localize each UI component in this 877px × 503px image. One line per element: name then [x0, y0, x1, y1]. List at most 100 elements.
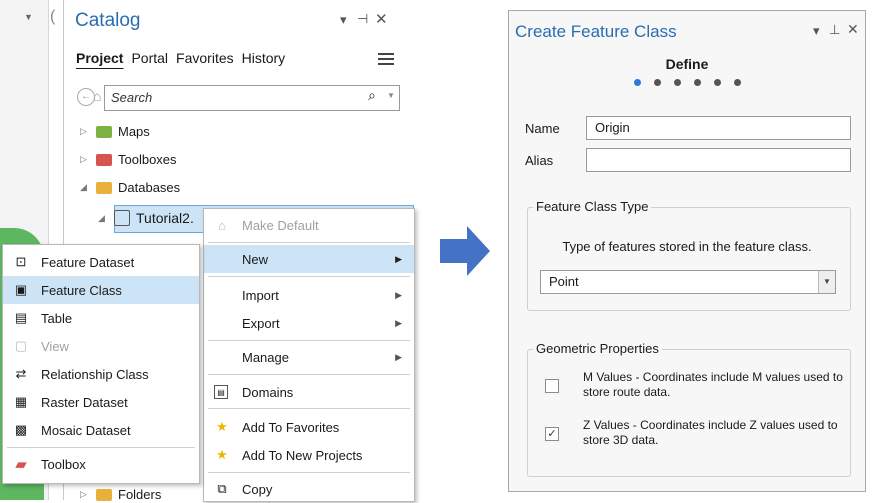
group-title: Feature Class Type: [533, 199, 652, 214]
menu-item-feature-dataset[interactable]: ⊡ Feature Dataset: [3, 248, 199, 276]
menu-item-raster-dataset[interactable]: ▦ Raster Dataset: [3, 388, 199, 416]
name-field[interactable]: Origin: [586, 116, 851, 140]
feature-class-icon: ▣: [14, 282, 28, 297]
close-icon[interactable]: ✕: [847, 21, 859, 38]
menu-item-make-default[interactable]: ⌂ Make Default: [204, 211, 414, 239]
tree-item-label: Toolboxes: [118, 152, 177, 167]
menu-item-view[interactable]: ▢ View: [3, 332, 199, 360]
toolbox-icon: ▰: [15, 456, 27, 473]
menu-separator: [208, 374, 410, 375]
menu-item-manage[interactable]: Manage ▶: [204, 343, 414, 371]
right-arrow-icon: [440, 226, 490, 276]
tree-item-toolboxes[interactable]: ▷ Toolboxes: [80, 152, 177, 167]
menu-label: Raster Dataset: [41, 394, 128, 410]
geometric-properties-group: [527, 349, 851, 477]
menu-separator: [208, 276, 410, 277]
menu-item-relationship-class[interactable]: ⇄ Relationship Class: [3, 360, 199, 388]
menu-label: Add To Favorites: [242, 419, 340, 435]
close-icon[interactable]: ✕: [375, 10, 388, 28]
tab-portal[interactable]: Portal: [131, 50, 168, 66]
star-icon: ★: [216, 419, 228, 434]
star-icon: ★: [216, 447, 228, 462]
menu-item-toolbox[interactable]: ▰ Toolbox: [3, 450, 199, 478]
menu-label: Toolbox: [41, 456, 86, 472]
context-menu: ⌂ Make Default New ▶ Import ▶ Export ▶ M…: [203, 208, 415, 502]
collapse-icon[interactable]: (: [50, 8, 55, 26]
menu-label: New: [242, 251, 269, 267]
step-dot[interactable]: [713, 79, 721, 86]
menu-item-add-to-favorites[interactable]: ★ Add To Favorites: [204, 413, 414, 441]
folders-icon: [96, 488, 112, 501]
pin-icon[interactable]: ⊣: [357, 11, 368, 27]
pane-title: Create Feature Class: [515, 22, 677, 41]
menu-item-domains[interactable]: ▤ Domains: [204, 378, 414, 406]
menu-label: Make Default: [242, 217, 319, 233]
home-icon[interactable]: ⌂: [93, 88, 101, 104]
maps-folder-icon: [96, 125, 112, 138]
menu-label: Copy: [242, 481, 273, 497]
chevron-down-icon[interactable]: ▼: [387, 91, 395, 100]
tab-project[interactable]: Project: [76, 50, 123, 66]
menu-label: Mosaic Dataset: [41, 422, 131, 438]
tree-item-maps[interactable]: ▷ Maps: [80, 124, 150, 139]
z-values-checkbox[interactable]: ✓: [545, 427, 559, 441]
geodatabase-icon: [114, 210, 130, 226]
menu-label: Feature Class: [41, 282, 122, 298]
catalog-tabs: Project Portal Favorites History: [76, 50, 285, 66]
menu-label: Feature Dataset: [41, 254, 135, 270]
relationship-class-icon: ⇄: [15, 366, 27, 381]
feature-class-type-group: [527, 207, 851, 311]
feature-type-select[interactable]: Point ▼: [540, 270, 836, 294]
search-input[interactable]: Search ⌕ ▼: [104, 85, 400, 111]
copy-icon: ⧉: [217, 481, 227, 496]
menu-item-mosaic-dataset[interactable]: ▩ Mosaic Dataset: [3, 416, 199, 444]
menu-separator: [208, 472, 410, 473]
expand-icon[interactable]: ▷: [80, 154, 90, 165]
search-placeholder: Search: [111, 90, 153, 105]
expand-icon[interactable]: ▷: [80, 489, 90, 500]
collapse-arrow-icon[interactable]: ◢: [98, 213, 108, 224]
tree-item-label: Databases: [118, 180, 181, 195]
menu-label: Manage: [242, 349, 289, 365]
pin-icon[interactable]: ⊥: [829, 22, 840, 38]
menu-item-add-to-new-projects[interactable]: ★ Add To New Projects: [204, 441, 414, 469]
menu-item-table[interactable]: ▤ Table: [3, 304, 199, 332]
tab-favorites[interactable]: Favorites: [176, 50, 234, 66]
menu-item-export[interactable]: Export ▶: [204, 309, 414, 337]
create-feature-class-pane: Create Feature Class ▾ ⊥ ✕ Define Name O…: [508, 10, 866, 492]
menu-label: Add To New Projects: [242, 447, 363, 463]
menu-label: Import: [242, 287, 279, 303]
menu-item-copy[interactable]: ⧉ Copy: [204, 475, 414, 503]
step-dot[interactable]: [693, 79, 701, 86]
pane-menu-icon[interactable]: ▾: [813, 23, 820, 39]
mosaic-dataset-icon: ▩: [14, 422, 28, 437]
pane-menu-icon[interactable]: ▾: [340, 12, 347, 28]
menu-item-import[interactable]: Import ▶: [204, 281, 414, 309]
menu-separator: [208, 408, 410, 409]
menu-label: Domains: [242, 384, 294, 400]
step-dot[interactable]: [673, 79, 681, 86]
group-title: Geometric Properties: [533, 341, 662, 356]
collapse-arrow-icon[interactable]: ◢: [80, 182, 90, 193]
search-icon[interactable]: ⌕: [368, 87, 376, 104]
chevron-down-icon[interactable]: ▼: [24, 12, 33, 22]
chevron-down-icon[interactable]: ▼: [818, 271, 835, 293]
feature-dataset-icon: ⊡: [15, 254, 27, 269]
menu-item-feature-class[interactable]: ▣ Feature Class: [3, 276, 199, 304]
expand-icon[interactable]: ▷: [80, 126, 90, 137]
submenu-arrow-icon: ▶: [395, 317, 402, 328]
submenu-arrow-icon: ▶: [395, 253, 402, 264]
menu-separator: [7, 447, 195, 448]
tab-history[interactable]: History: [242, 50, 286, 66]
submenu-arrow-icon: ▶: [395, 289, 402, 300]
step-dot[interactable]: [653, 79, 661, 86]
step-dot[interactable]: [633, 79, 641, 86]
menu-item-new[interactable]: New ▶: [204, 245, 414, 273]
alias-field[interactable]: [586, 148, 851, 172]
tree-item-databases[interactable]: ◢ Databases: [80, 180, 180, 195]
m-values-checkbox[interactable]: [545, 379, 559, 393]
menu-icon[interactable]: [378, 50, 394, 68]
type-description: Type of features stored in the feature c…: [562, 239, 812, 254]
name-value: Origin: [595, 120, 630, 135]
step-dot[interactable]: [733, 79, 741, 86]
